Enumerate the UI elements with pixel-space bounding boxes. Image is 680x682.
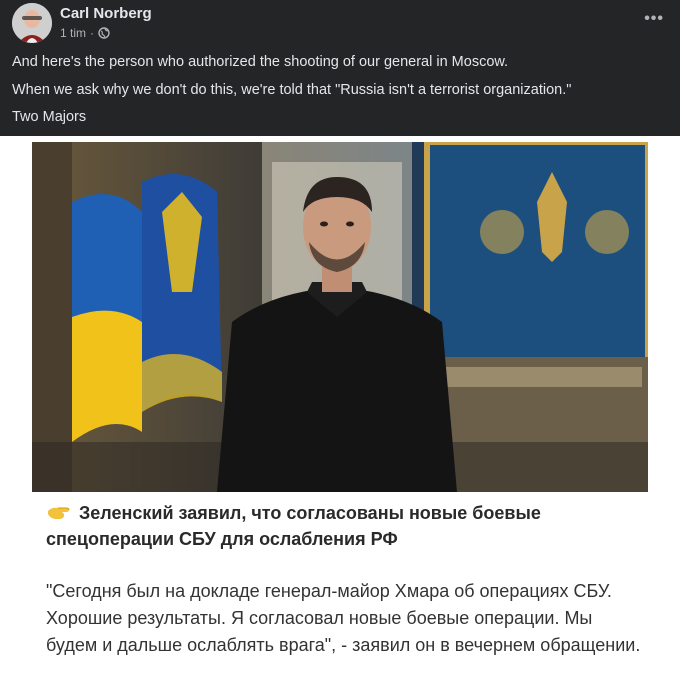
caption-headline-text: Зеленский заявил, что согласованы новые … xyxy=(46,503,541,549)
globe-icon xyxy=(98,27,110,39)
post-meta: 1 tim · xyxy=(60,26,110,40)
ellipsis-icon: ••• xyxy=(644,10,664,27)
post-text-line-3: Two Majors xyxy=(12,109,87,125)
post-header: Carl Norberg 1 tim · ••• And here's the … xyxy=(0,0,680,136)
post-photo[interactable] xyxy=(32,142,648,492)
image-caption: Зеленский заявил, что согласованы новые … xyxy=(32,492,648,682)
caption-quote: "Сегодня был на докладе генерал-майор Хм… xyxy=(46,581,641,655)
avatar-image xyxy=(12,3,52,43)
caption-headline: Зеленский заявил, что согласованы новые … xyxy=(46,500,641,552)
speaker-photo-illustration xyxy=(32,142,648,492)
meta-separator: · xyxy=(90,26,95,40)
post-text-line-1: And here's the person who authorized the… xyxy=(12,54,509,70)
author-name[interactable]: Carl Norberg xyxy=(60,5,152,22)
avatar[interactable] xyxy=(12,3,52,43)
post-text-line-2: When we ask why we don't do this, we're … xyxy=(12,82,572,98)
post-options-button[interactable]: ••• xyxy=(644,10,664,28)
pointing-hand-icon xyxy=(48,507,70,519)
post-timestamp[interactable]: 1 tim xyxy=(60,26,86,40)
